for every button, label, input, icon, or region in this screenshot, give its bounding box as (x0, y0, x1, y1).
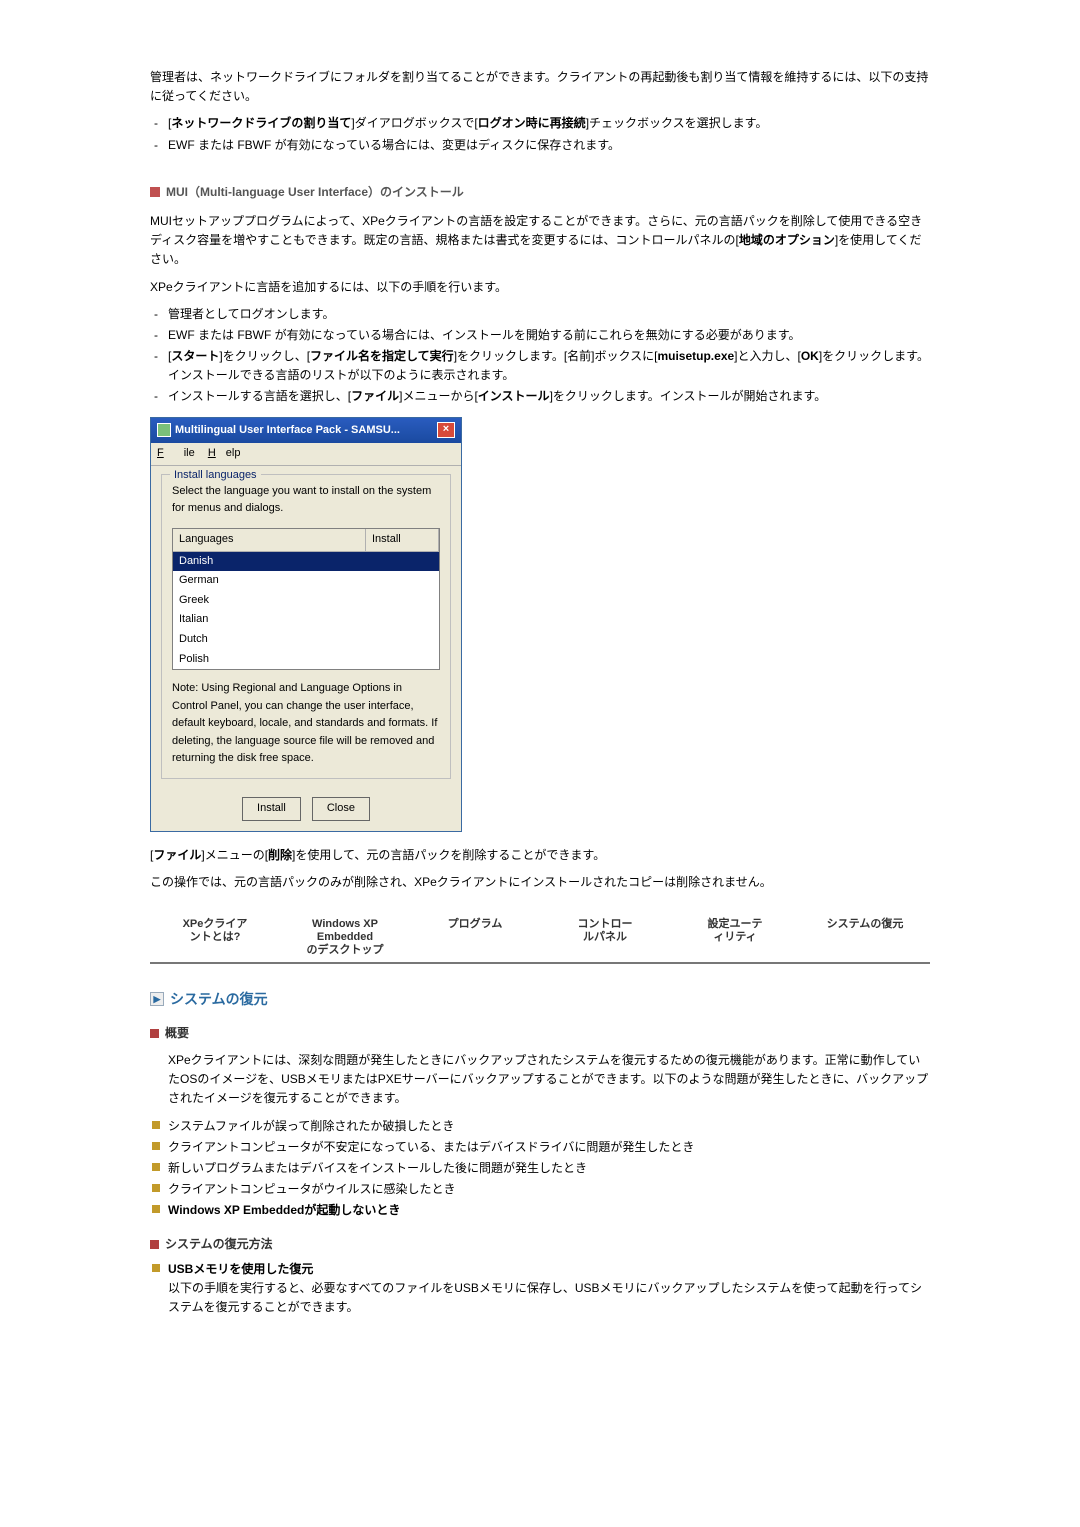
tab-programs[interactable]: プログラム (410, 918, 540, 958)
bold-text: OK (801, 349, 819, 363)
list-item[interactable]: Polish (173, 650, 439, 670)
intro-list: [ネットワークドライブの割り当て]ダイアログボックスで[ログオン時に再接続]チェ… (150, 114, 930, 154)
list-item: インストールする言語を選択し、[ファイル]メニューから[インストール]をクリック… (168, 387, 930, 406)
text: ]ダイアログボックスで[ (351, 116, 477, 130)
heading-text: システムの復元方法 (165, 1235, 273, 1254)
bullet-icon (150, 1240, 159, 1249)
text: ]をクリックします。インストールが開始されます。 (550, 389, 827, 403)
list-item: 管理者としてログオンします。 (168, 305, 930, 324)
intro-paragraph: 管理者は、ネットワークドライブにフォルダを割り当てることができます。クライアント… (150, 68, 930, 106)
dialog-menubar[interactable]: File Help (151, 443, 461, 466)
bold-text: ファイル名を指定して実行 (310, 349, 454, 363)
title-text: システムの復元 (170, 988, 268, 1010)
list-item: EWF または FBWF が有効になっている場合には、変更はディスクに保存されま… (168, 136, 930, 155)
close-icon[interactable]: × (437, 422, 455, 438)
bold-text: Windows XP Embeddedが起動しないとき (168, 1203, 400, 1217)
bold-text: ログオン時に再接続 (478, 116, 586, 130)
text: インストールする言語を選択し、[ (168, 389, 351, 403)
bold-text: ファイル (351, 389, 399, 403)
tab-xp-embedded-desktop[interactable]: Windows XP Embedded のデスクトップ (280, 918, 410, 958)
dialog-titlebar[interactable]: Multilingual User Interface Pack - SAMSU… (151, 418, 461, 444)
mui-dialog: Multilingual User Interface Pack - SAMSU… (150, 417, 462, 832)
text: ]をクリックし、[ (219, 349, 310, 363)
list-item: 新しいプログラムまたはデバイスをインストールした後に問題が発生したとき (168, 1159, 930, 1178)
heading-text: 概要 (165, 1024, 189, 1043)
bold-text: ファイル (153, 848, 201, 862)
bold-text: スタート (171, 349, 219, 363)
list-item: EWF または FBWF が有効になっている場合には、インストールを開始する前に… (168, 326, 930, 345)
mui-paragraph-2: XPeクライアントに言語を追加するには、以下の手順を行います。 (150, 278, 930, 297)
col-languages[interactable]: Languages (173, 529, 366, 551)
bold-text: ネットワークドライブの割り当て (171, 116, 351, 130)
list-item: クライアントコンピュータがウイルスに感染したとき (168, 1180, 930, 1199)
list-item: [スタート]をクリックし、[ファイル名を指定して実行]をクリックします。[名前]… (168, 347, 930, 385)
dialog-title-text: Multilingual User Interface Pack - SAMSU… (175, 422, 400, 440)
list-item[interactable]: Dutch (173, 630, 439, 650)
text: ]をクリックします。[名前]ボックスに[ (454, 349, 658, 363)
list-item[interactable]: Italian (173, 610, 439, 630)
list-item: USBメモリを使用した復元 以下の手順を実行すると、必要なすべてのファイルをUS… (168, 1260, 930, 1318)
bold-text: 地域のオプション (739, 233, 835, 247)
restore-title: ▶ システムの復元 (150, 988, 930, 1010)
after-dialog-p2: この操作では、元の言語パックのみが削除され、XPeクライアントにインストールされ… (150, 873, 930, 892)
list-item[interactable]: Greek (173, 591, 439, 611)
method-heading: システムの復元方法 (150, 1235, 930, 1254)
dialog-buttons: Install Close (151, 789, 461, 831)
arrow-icon: ▶ (150, 992, 164, 1006)
col-install[interactable]: Install (366, 529, 439, 551)
close-button[interactable]: Close (312, 797, 370, 821)
mui-heading: MUI（Multi-language User Interface）のインストー… (150, 183, 930, 202)
list-item: クライアントコンピュータが不安定になっている、またはデバイスドライバに問題が発生… (168, 1138, 930, 1157)
overview-paragraph: XPeクライアントには、深刻な問題が発生したときにバックアップされたシステムを復… (168, 1051, 930, 1109)
usb-heading: USBメモリを使用した復元 (168, 1262, 313, 1276)
group-title: Install languages (170, 467, 261, 485)
text: ]を使用して、元の言語パックを削除することができます。 (292, 848, 605, 862)
tab-control-panel[interactable]: コントロー ルパネル (540, 918, 670, 958)
list-item[interactable]: Russian (173, 669, 439, 670)
list-body: Danish German Greek Italian Dutch Polish… (173, 552, 439, 670)
tab-bar: XPeクライア ントとは? Windows XP Embedded のデスクトッ… (150, 918, 930, 964)
bold-text: 削除 (268, 848, 292, 862)
tab-settings-utility[interactable]: 設定ユーテ ィリティ (670, 918, 800, 958)
list-item: [ネットワークドライブの割り当て]ダイアログボックスで[ログオン時に再接続]チェ… (168, 114, 930, 133)
after-dialog-p1: [ファイル]メニューの[削除]を使用して、元の言語パックを削除することができます… (150, 846, 930, 865)
text: ]メニューから[ (399, 389, 478, 403)
list-item[interactable]: Danish (173, 552, 439, 572)
mui-steps: 管理者としてログオンします。 EWF または FBWF が有効になっている場合に… (150, 305, 930, 407)
language-listbox[interactable]: Languages Install Danish German Greek It… (172, 528, 440, 670)
menu-file[interactable]: File (157, 447, 195, 459)
text: ]チェックボックスを選択します。 (586, 116, 768, 130)
bullet-icon (150, 187, 160, 197)
mui-paragraph-1: MUIセットアッププログラムによって、XPeクライアントの言語を設定することがで… (150, 212, 930, 270)
overview-heading: 概要 (150, 1024, 930, 1043)
bold-text: インストール (478, 389, 550, 403)
install-button[interactable]: Install (242, 797, 301, 821)
list-item: システムファイルが誤って削除されたか破損したとき (168, 1117, 930, 1136)
bold-text: muisetup.exe (657, 349, 734, 363)
tab-system-restore[interactable]: システムの復元 (800, 918, 930, 958)
usb-paragraph: 以下の手順を実行すると、必要なすべてのファイルをUSBメモリに保存し、USBメモ… (168, 1281, 922, 1314)
menu-help[interactable]: Help (208, 447, 241, 459)
dialog-note: Note: Using Regional and Language Option… (172, 680, 440, 768)
heading-text: MUI（Multi-language User Interface）のインストー… (166, 183, 464, 202)
install-languages-group: Install languages Select the language yo… (161, 474, 451, 779)
list-header: Languages Install (173, 529, 439, 552)
list-item: Windows XP Embeddedが起動しないとき (168, 1201, 930, 1220)
restore-reasons-list: システムファイルが誤って削除されたか破損したとき クライアントコンピュータが不安… (150, 1117, 930, 1221)
app-icon (157, 423, 171, 437)
list-item[interactable]: German (173, 571, 439, 591)
text: ]と入力し、[ (734, 349, 801, 363)
dialog-instruction: Select the language you want to install … (172, 483, 440, 518)
method-list: USBメモリを使用した復元 以下の手順を実行すると、必要なすべてのファイルをUS… (150, 1260, 930, 1318)
bullet-icon (150, 1029, 159, 1038)
tab-what-is-xpe[interactable]: XPeクライア ントとは? (150, 918, 280, 958)
text: ]メニューの[ (201, 848, 268, 862)
